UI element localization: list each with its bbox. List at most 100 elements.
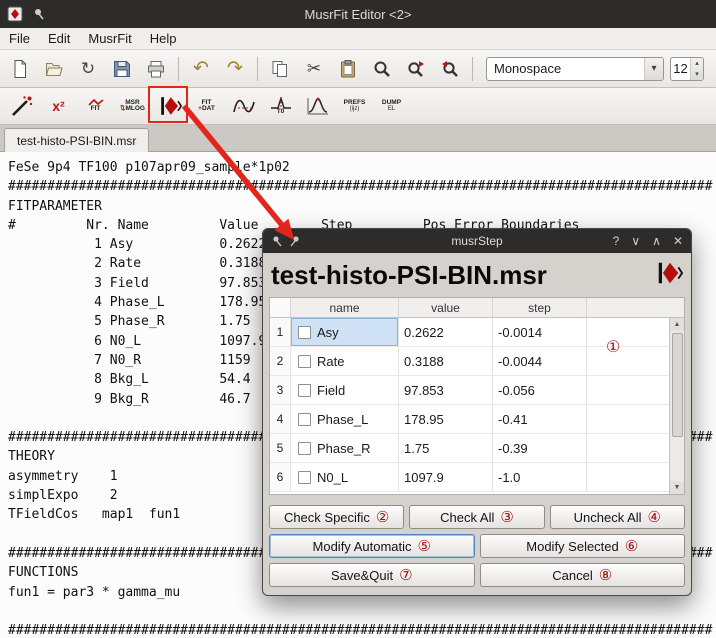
wand-icon (10, 94, 34, 118)
param-name-cell[interactable]: Rate (291, 347, 399, 375)
msr2mlog-button[interactable]: MSR ⇅MLOG (116, 91, 149, 121)
check-specific-button[interactable]: Check Specific② (269, 505, 404, 529)
redo-button[interactable]: ↷ (221, 55, 249, 83)
font-size-spinbox[interactable]: 12 ▴ ▾ (670, 57, 704, 81)
param-value-cell[interactable]: 178.95 (399, 405, 493, 433)
modify-selected-button[interactable]: Modify Selected⑥ (480, 534, 686, 558)
copy-button[interactable] (266, 55, 294, 83)
param-step-cell[interactable]: -1.0 (493, 463, 587, 491)
table-row: 5 Phase_R 1.75 -0.39 (270, 434, 669, 463)
scroll-up-icon[interactable]: ▲ (670, 318, 684, 331)
find-prev-button[interactable] (436, 55, 464, 83)
param-value-cell[interactable]: 1.75 (399, 434, 493, 462)
param-step-cell[interactable]: -0.0044 (493, 347, 587, 375)
save-icon (112, 59, 132, 79)
paste-button[interactable] (334, 55, 362, 83)
musrwiz-button[interactable] (5, 91, 38, 121)
checkbox[interactable] (298, 355, 311, 368)
chevron-down-icon[interactable]: ▾ (644, 58, 663, 80)
table-scrollbar[interactable]: ▲ ▼ (669, 318, 684, 494)
pin-icon[interactable] (271, 235, 283, 247)
toolbar-separator (257, 57, 258, 81)
uncheck-all-button[interactable]: Uncheck All④ (550, 505, 685, 529)
menu-musrfit[interactable]: MusrFit (79, 29, 140, 48)
search-prev-icon (440, 59, 460, 79)
close-icon[interactable]: ✕ (673, 234, 683, 248)
dump-icon-sublabel: EL (388, 106, 395, 112)
annotation-1: ① (606, 337, 620, 357)
pin-icon[interactable] (289, 235, 301, 247)
print-button[interactable] (142, 55, 170, 83)
scroll-down-icon[interactable]: ▼ (670, 481, 684, 494)
scrollbar-thumb[interactable] (672, 333, 683, 437)
param-value-cell[interactable]: 97.853 (399, 376, 493, 404)
param-value-cell[interactable]: 1097.9 (399, 463, 493, 491)
annotation-7: ⑦ (399, 568, 412, 583)
unshade-icon[interactable]: ∧ (652, 234, 661, 248)
search-icon (372, 59, 392, 79)
param-name-cell[interactable]: Phase_R (291, 434, 399, 462)
checkbox[interactable] (298, 413, 311, 426)
musrfit-button[interactable]: FIT (79, 91, 112, 121)
param-step-cell[interactable]: -0.41 (493, 405, 587, 433)
param-step-cell[interactable]: -0.0014 (493, 318, 587, 346)
param-value-cell[interactable]: 0.2622 (399, 318, 493, 346)
annotation-2: ② (376, 510, 389, 525)
undo-button[interactable]: ↶ (187, 55, 215, 83)
open-file-button[interactable] (40, 55, 68, 83)
chisq-button[interactable]: x² (42, 91, 75, 121)
menu-file[interactable]: File (0, 29, 39, 48)
plot-peak-icon (306, 96, 330, 116)
dump-button[interactable]: DUMP EL (375, 91, 408, 121)
header-name[interactable]: name (291, 298, 399, 317)
font-family-combobox[interactable]: Monospace ▾ (486, 57, 664, 81)
pin-icon (30, 5, 48, 23)
param-name-cell[interactable]: N0_L (291, 463, 399, 491)
find-button[interactable] (368, 55, 396, 83)
param-name-cell[interactable]: Field (291, 376, 399, 404)
param-step-cell[interactable]: -0.39 (493, 434, 587, 462)
paste-icon (338, 59, 358, 79)
header-step[interactable]: step (493, 298, 587, 317)
copy-icon (270, 59, 290, 79)
table-row: 3 Field 97.853 -0.056 (270, 376, 669, 405)
musrview-button[interactable] (301, 91, 334, 121)
checkbox[interactable] (298, 384, 311, 397)
new-file-button[interactable] (6, 55, 34, 83)
spin-down-icon[interactable]: ▾ (691, 69, 703, 80)
prefs-icon-sublabel: (ijz) (350, 106, 360, 112)
cut-button[interactable]: ✂ (300, 55, 328, 83)
dialog-titlebar[interactable]: musrStep ? ∨ ∧ ✕ (263, 229, 691, 253)
save-button[interactable] (108, 55, 136, 83)
cancel-button[interactable]: Cancel⑧ (480, 563, 686, 587)
undo-icon: ↶ (193, 57, 209, 80)
modify-automatic-button[interactable]: Modify Automatic⑤ (269, 534, 475, 558)
header-value[interactable]: value (399, 298, 493, 317)
param-name-cell[interactable]: Phase_L (291, 405, 399, 433)
param-step-cell[interactable]: -0.056 (493, 376, 587, 404)
fourier-button[interactable] (227, 91, 260, 121)
checkbox[interactable] (298, 326, 311, 339)
reload-button[interactable]: ↻ (74, 55, 102, 83)
menu-help[interactable]: Help (141, 29, 186, 48)
prefs-button[interactable]: PREFS (ijz) (338, 91, 371, 121)
fit-without-graph-button[interactable]: FIT +DAT (190, 91, 223, 121)
param-name-cell[interactable]: Asy (291, 318, 399, 346)
help-icon[interactable]: ? (613, 234, 620, 248)
menu-edit[interactable]: Edit (39, 29, 79, 48)
param-value-cell[interactable]: 0.3188 (399, 347, 493, 375)
tab-msr-file[interactable]: test-histo-PSI-BIN.msr (4, 128, 149, 152)
save-quit-button[interactable]: Save&Quit⑦ (269, 563, 475, 587)
checkbox[interactable] (298, 442, 311, 455)
check-all-button[interactable]: Check All③ (409, 505, 544, 529)
annotation-6: ⑥ (625, 539, 638, 554)
t0-button[interactable]: T0 (264, 91, 297, 121)
shade-icon[interactable]: ∨ (631, 234, 640, 248)
row-number: 1 (270, 318, 291, 346)
sine-wave-icon (232, 96, 256, 116)
spin-up-icon[interactable]: ▴ (691, 58, 703, 69)
header-corner (270, 298, 291, 317)
t0-icon-label: T0 (277, 109, 285, 116)
find-next-button[interactable] (402, 55, 430, 83)
checkbox[interactable] (298, 471, 311, 484)
